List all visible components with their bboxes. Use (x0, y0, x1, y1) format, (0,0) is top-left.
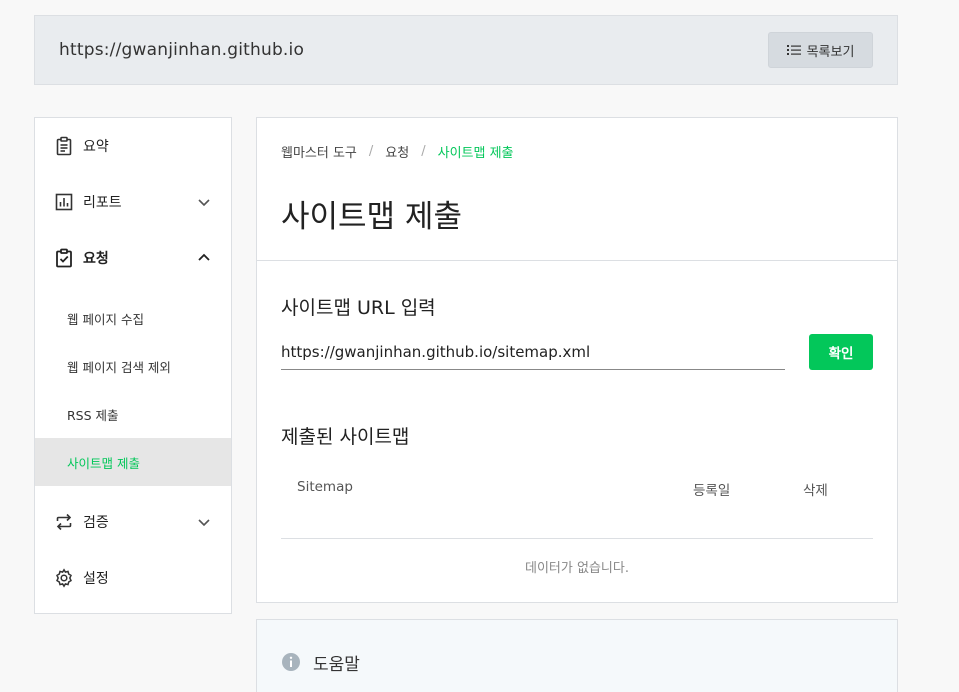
sidebar-item-report[interactable]: 리포트 (35, 174, 231, 230)
column-header-registered-date: 등록일 (693, 483, 731, 499)
breadcrumb-item-request[interactable]: 요청 (385, 142, 409, 161)
sitemap-url-row: 확인 (281, 334, 873, 370)
help-title[interactable]: 도움말 (313, 650, 360, 675)
sidebar-item-label: 리포트 (83, 195, 122, 211)
sidebar-item-settings[interactable]: 설정 (35, 550, 231, 606)
bar-chart-icon (53, 191, 75, 213)
card-header: 웹마스터 도구 / 요청 / 사이트맵 제출 사이트맵 제출 (257, 118, 897, 261)
submitted-sitemaps-table: Sitemap 등록일 삭제 데이터가 없습니다. (281, 479, 873, 593)
breadcrumb: 웹마스터 도구 / 요청 / 사이트맵 제출 (281, 142, 873, 161)
chevron-up-icon (198, 253, 210, 261)
table-header: Sitemap 등록일 삭제 (281, 479, 873, 539)
sidebar-item-verify[interactable]: 검증 (35, 494, 231, 550)
breadcrumb-separator: / (421, 144, 426, 159)
clipboard-check-icon (53, 247, 75, 269)
table-empty-message: 데이터가 없습니다. (525, 560, 629, 576)
sidebar-item-label: 요약 (83, 139, 109, 155)
sidebar-subitem-rss-submit[interactable]: RSS 제출 (35, 390, 231, 438)
sidebar-item-request[interactable]: 요청 (35, 230, 231, 286)
sidebar-item-label: 설정 (83, 571, 109, 587)
site-header-bar: https://gwanjinhan.github.io 목록보기 (34, 15, 898, 85)
breadcrumb-item-webmaster-tools[interactable]: 웹마스터 도구 (281, 142, 357, 161)
repeat-icon (53, 511, 75, 533)
sidebar-subitem-sitemap-submit[interactable]: 사이트맵 제출 (35, 438, 231, 486)
card-body: 사이트맵 URL 입력 확인 제출된 사이트맵 Sitemap 등록일 삭제 데… (257, 261, 897, 593)
column-header-delete: 삭제 (803, 483, 828, 499)
list-button-label: 목록보기 (806, 44, 855, 60)
info-icon (282, 653, 300, 671)
clipboard-icon (53, 135, 75, 157)
sidebar-item-label: 검증 (83, 515, 109, 531)
submitted-sitemaps-title: 제출된 사이트맵 (281, 426, 410, 448)
sidebar-item-summary[interactable]: 요약 (35, 118, 231, 174)
sitemap-url-section-title: 사이트맵 URL 입력 (281, 297, 436, 319)
list-icon (786, 45, 801, 55)
page-title: 사이트맵 제출 (281, 199, 462, 235)
breadcrumb-separator: / (368, 144, 374, 159)
chevron-down-icon (198, 519, 210, 527)
confirm-button[interactable]: 확인 (809, 334, 873, 370)
sidebar: 요약 리포트 요청 웹 페이지 수집 웹 페이지 검색 제외 RSS 제출 사이… (34, 117, 232, 614)
sitemap-card: 웹마스터 도구 / 요청 / 사이트맵 제출 사이트맵 제출 사이트맵 URL … (256, 117, 898, 603)
sitemap-url-input[interactable] (281, 334, 785, 370)
site-url: https://gwanjinhan.github.io (59, 40, 305, 60)
help-card: 도움말 (256, 619, 898, 692)
chevron-down-icon (198, 199, 210, 207)
breadcrumb-item-current: 사이트맵 제출 (437, 146, 514, 161)
site-list-button[interactable]: 목록보기 (768, 32, 873, 68)
sidebar-subitem-page-exclude[interactable]: 웹 페이지 검색 제외 (35, 342, 231, 390)
gear-icon (53, 567, 75, 589)
sidebar-subitem-page-crawl[interactable]: 웹 페이지 수집 (35, 294, 231, 342)
request-submenu: 웹 페이지 수집 웹 페이지 검색 제외 RSS 제출 사이트맵 제출 (35, 286, 231, 494)
sidebar-item-label: 요청 (83, 251, 109, 267)
column-header-sitemap: Sitemap (297, 479, 353, 495)
